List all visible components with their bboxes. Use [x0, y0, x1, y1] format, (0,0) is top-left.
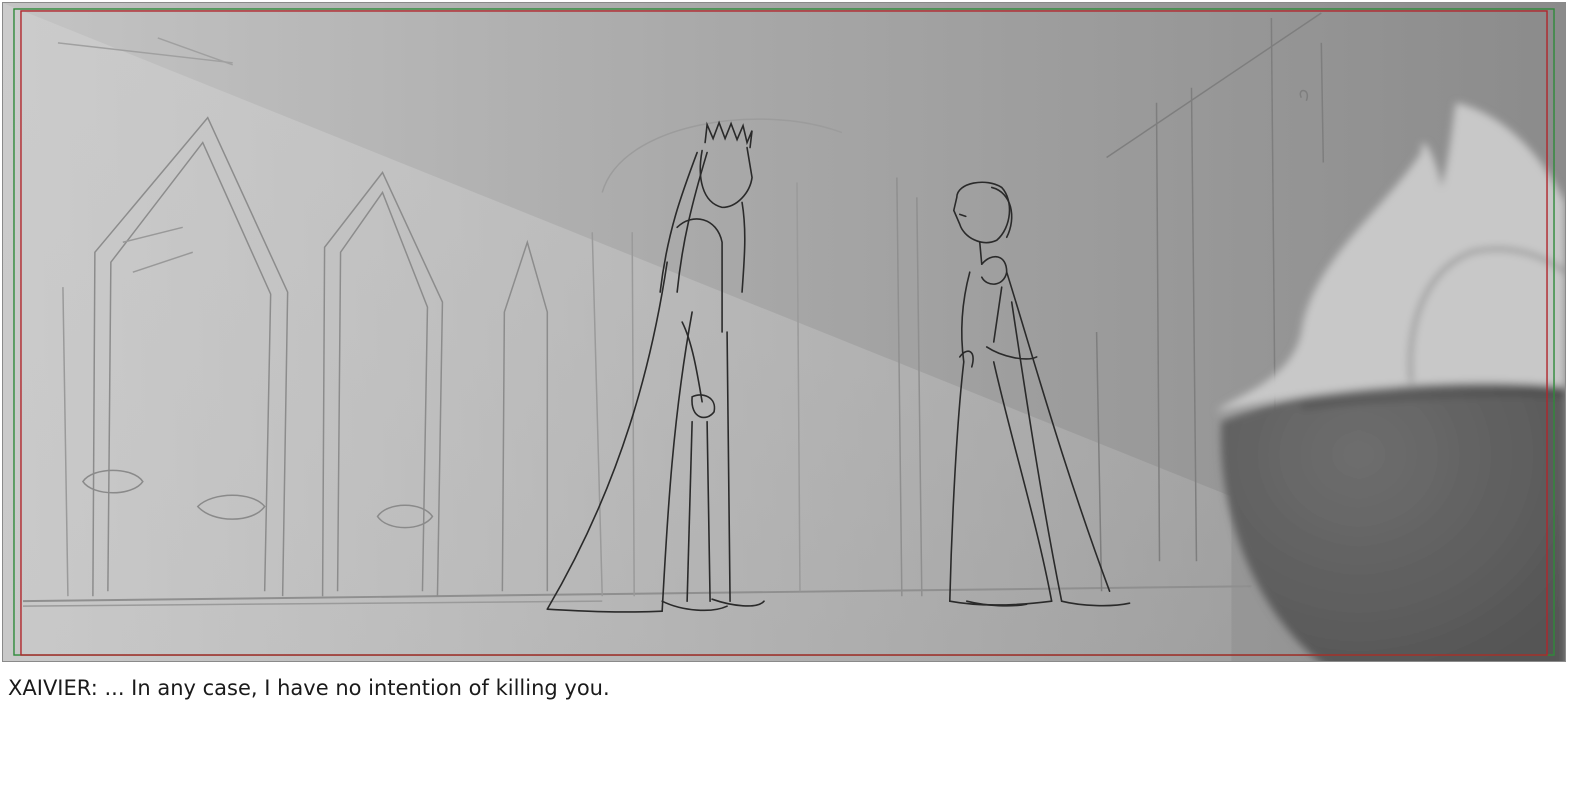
panel-sketch [3, 3, 1565, 661]
storyboard-page: XAIVIER: ... In any case, I have no inte… [0, 0, 1582, 800]
panel-caption: XAIVIER: ... In any case, I have no inte… [8, 676, 610, 700]
storyboard-panel[interactable] [2, 2, 1566, 662]
